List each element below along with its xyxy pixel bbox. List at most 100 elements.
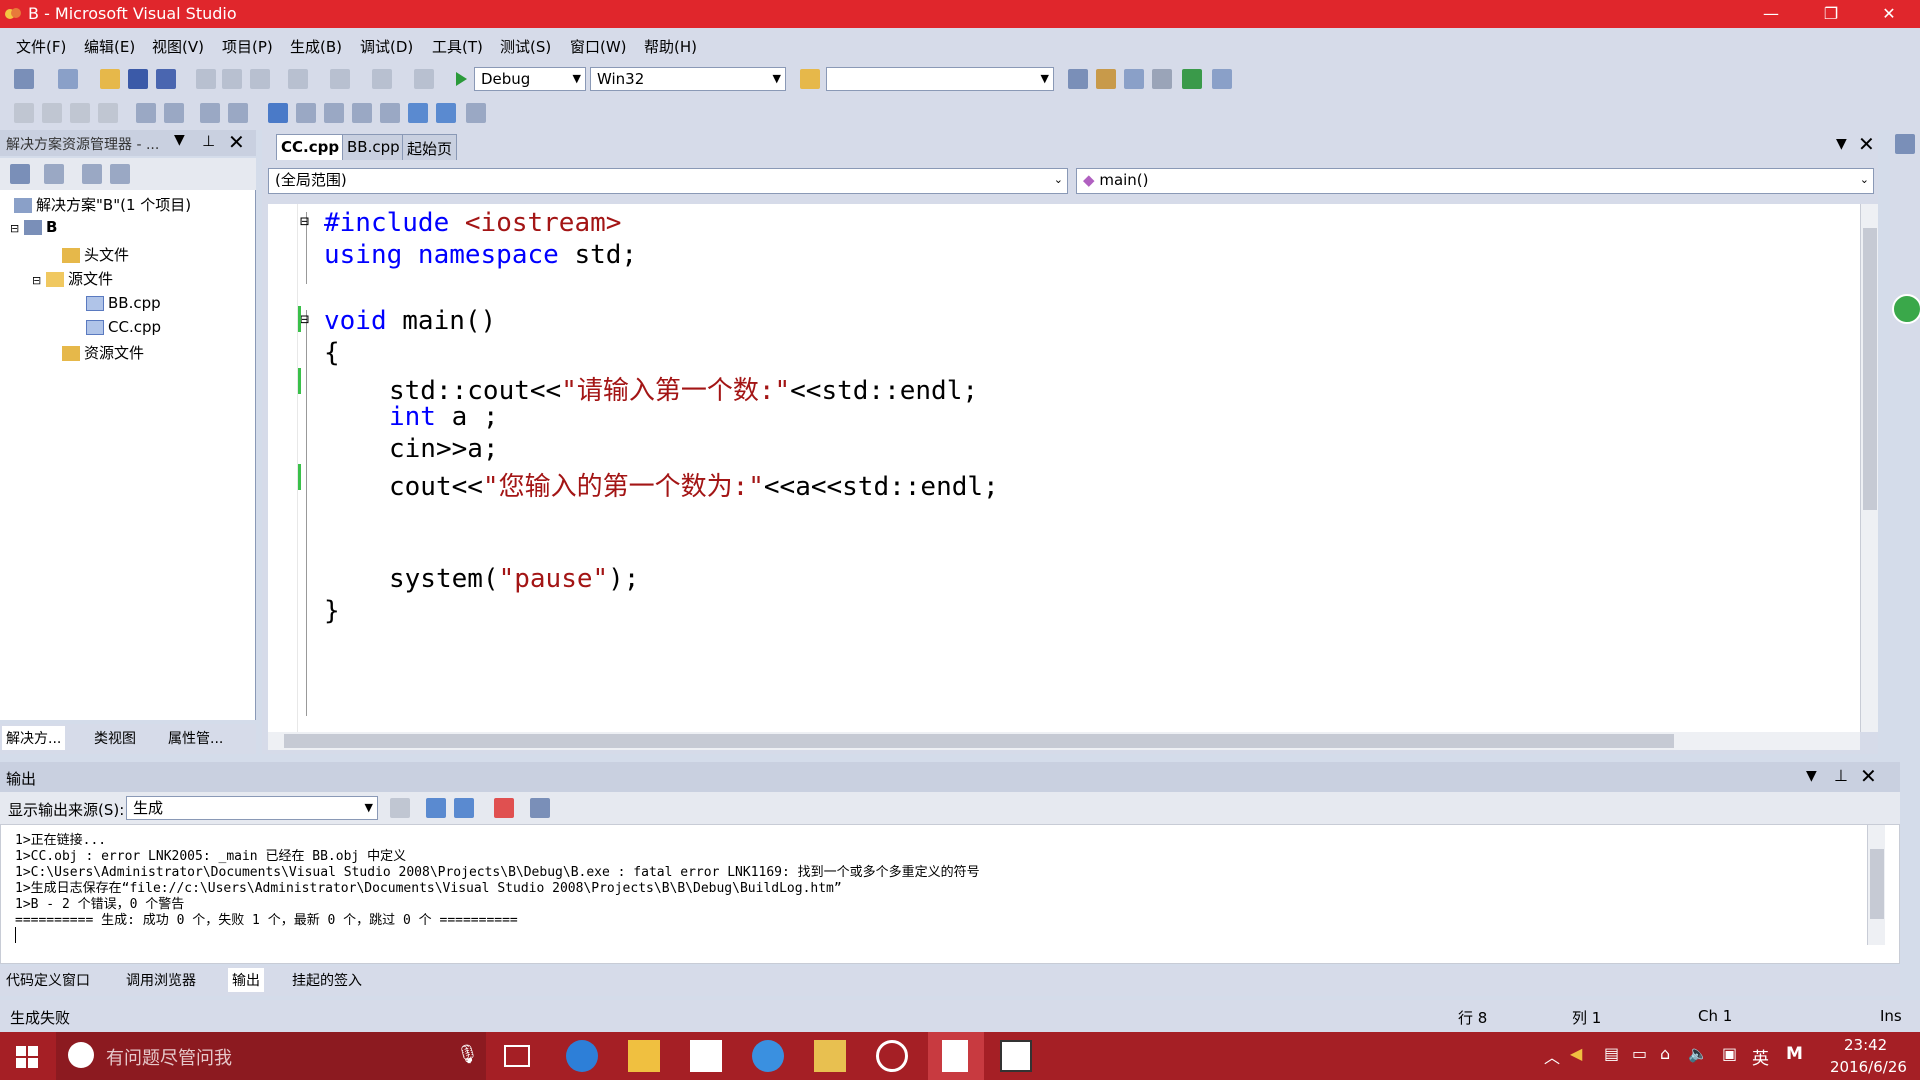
add-item-icon[interactable] [58, 69, 78, 89]
close-icon[interactable]: ✕ [228, 130, 245, 154]
explorer-properties-icon[interactable] [10, 164, 30, 184]
tab-class-view[interactable]: 类视图 [90, 726, 140, 750]
pin-icon[interactable]: ⊥ [1834, 766, 1848, 785]
scrollbar-thumb[interactable] [284, 734, 1674, 748]
uncomment-icon[interactable] [228, 103, 248, 123]
tab-solution-explorer[interactable]: 解决方... [2, 726, 66, 750]
collapse-icon[interactable]: ⊟ [32, 274, 41, 287]
active-app-highlight[interactable] [928, 1032, 984, 1080]
tree-header-files[interactable]: 头文件 [62, 244, 129, 265]
microphone-icon[interactable]: 🎙 [456, 1044, 479, 1065]
platform-select[interactable]: Win32 ▼ [590, 67, 786, 91]
comment-icon[interactable] [200, 103, 220, 123]
action-center-icon[interactable]: ▣ [1722, 1044, 1737, 1063]
object-browser-icon[interactable] [1124, 69, 1144, 89]
notification-badge[interactable] [1892, 294, 1920, 324]
find-in-files-icon[interactable] [800, 69, 820, 89]
find-combo[interactable]: ▼ [826, 67, 1054, 91]
outdent-icon[interactable] [136, 103, 156, 123]
navigate-forward-icon[interactable] [414, 69, 434, 89]
chevron-down-icon[interactable]: ▼ [174, 132, 185, 148]
next-message-icon[interactable] [454, 798, 474, 818]
toolbox-icon[interactable] [1152, 69, 1172, 89]
tray-network-icon[interactable]: ▤ [1604, 1044, 1619, 1063]
scope-select[interactable]: (全局范围) ⌄ [268, 168, 1068, 194]
editor-horizontal-scrollbar[interactable] [268, 732, 1860, 750]
battery-icon[interactable]: ▭ [1632, 1044, 1647, 1063]
cut-icon[interactable] [196, 69, 216, 89]
menu-tools[interactable]: 工具(T) [432, 36, 483, 57]
clock-date[interactable]: 2016/6/26 [1830, 1058, 1907, 1076]
display-object-icon[interactable] [14, 103, 34, 123]
paste-icon[interactable] [250, 69, 270, 89]
menu-debug[interactable]: 调试(D) [360, 36, 413, 57]
documents-icon[interactable] [814, 1040, 846, 1072]
show-all-files-icon[interactable] [44, 164, 64, 184]
windows-start-icon[interactable] [16, 1046, 38, 1068]
pin-icon[interactable]: ⊥ [202, 132, 215, 150]
solution-explorer-icon[interactable] [1068, 69, 1088, 89]
tab-cc-cpp[interactable]: CC.cpp [276, 134, 345, 160]
tab-pending-checkins[interactable]: 挂起的签入 [288, 968, 366, 992]
copy-icon[interactable] [222, 69, 242, 89]
close-button[interactable]: ✕ [1866, 0, 1912, 28]
media-player-icon[interactable] [876, 1040, 908, 1072]
menu-project[interactable]: 项目(P) [222, 36, 273, 57]
collapse-icon[interactable]: ⊟ [300, 310, 309, 328]
task-view-icon[interactable] [504, 1045, 530, 1067]
tab-start-page[interactable]: 起始页 [402, 134, 458, 160]
tray-app-icon[interactable]: ◀ [1570, 1044, 1582, 1063]
menu-window[interactable]: 窗口(W) [570, 36, 627, 57]
tab-code-definition[interactable]: 代码定义窗口 [2, 968, 94, 992]
save-all-icon[interactable] [156, 69, 176, 89]
start-debug-icon[interactable] [454, 71, 468, 87]
scrollbar-thumb[interactable] [1870, 849, 1884, 919]
configuration-select[interactable]: Debug ▼ [474, 67, 586, 91]
properties-icon[interactable] [1096, 69, 1116, 89]
chevron-down-icon[interactable]: ▼ [1806, 768, 1817, 784]
output-text[interactable]: 1>正在链接... 1>CC.obj : error LNK2005: _mai… [0, 824, 1900, 964]
chevron-down-icon[interactable]: ▼ [1836, 136, 1847, 152]
output-vertical-scrollbar[interactable] [1867, 825, 1885, 945]
prev-message-icon[interactable] [426, 798, 446, 818]
toolbar-options-icon[interactable] [1212, 69, 1232, 89]
clear-bookmarks-icon[interactable] [466, 103, 486, 123]
volume-icon[interactable]: 🔈 [1688, 1044, 1708, 1063]
find-message-icon[interactable] [390, 798, 410, 818]
file-explorer-icon[interactable] [628, 1040, 660, 1072]
tree-bb-cpp[interactable]: BB.cpp [86, 294, 161, 312]
prev-bookmark-folder-icon[interactable] [352, 103, 372, 123]
next-bookmark-folder-icon[interactable] [380, 103, 400, 123]
save-icon[interactable] [128, 69, 148, 89]
server-explorer-strip[interactable] [1890, 130, 1920, 370]
toggle-bookmark-icon[interactable] [268, 103, 288, 123]
parameter-info-icon[interactable] [42, 103, 62, 123]
redo-icon[interactable] [330, 69, 350, 89]
collapse-icon[interactable]: ⊟ [300, 212, 309, 230]
tab-call-browser[interactable]: 调用浏览器 [122, 968, 200, 992]
start-page-icon[interactable] [1182, 69, 1202, 89]
store-icon[interactable] [690, 1040, 722, 1072]
ime-mode[interactable]: M [1786, 1044, 1803, 1064]
quick-info-icon[interactable] [70, 103, 90, 123]
tab-property-manager[interactable]: 属性管... [164, 726, 227, 750]
menu-file[interactable]: 文件(F) [16, 36, 66, 57]
output-source-select[interactable]: 生成 ▼ [126, 796, 378, 820]
photos-icon[interactable] [1000, 1040, 1032, 1072]
complete-word-icon[interactable] [98, 103, 118, 123]
refresh-icon[interactable] [82, 164, 102, 184]
new-project-icon[interactable] [14, 69, 34, 89]
clock-time[interactable]: 23:42 [1844, 1036, 1887, 1054]
indent-icon[interactable] [164, 103, 184, 123]
close-icon[interactable]: ✕ [1858, 132, 1875, 156]
collapse-icon[interactable]: ⊟ [10, 222, 19, 235]
menu-build[interactable]: 生成(B) [290, 36, 342, 57]
edge-browser-icon[interactable] [566, 1040, 598, 1072]
close-icon[interactable]: ✕ [1860, 764, 1877, 788]
ie-browser-icon[interactable] [752, 1040, 784, 1072]
member-select[interactable]: ◆ main() ⌄ [1076, 168, 1874, 194]
tab-bb-cpp[interactable]: BB.cpp [342, 134, 405, 160]
prev-bookmark-icon[interactable] [296, 103, 316, 123]
class-view-icon[interactable] [110, 164, 130, 184]
tree-solution[interactable]: 解决方案"B"(1 个项目) [14, 194, 191, 215]
